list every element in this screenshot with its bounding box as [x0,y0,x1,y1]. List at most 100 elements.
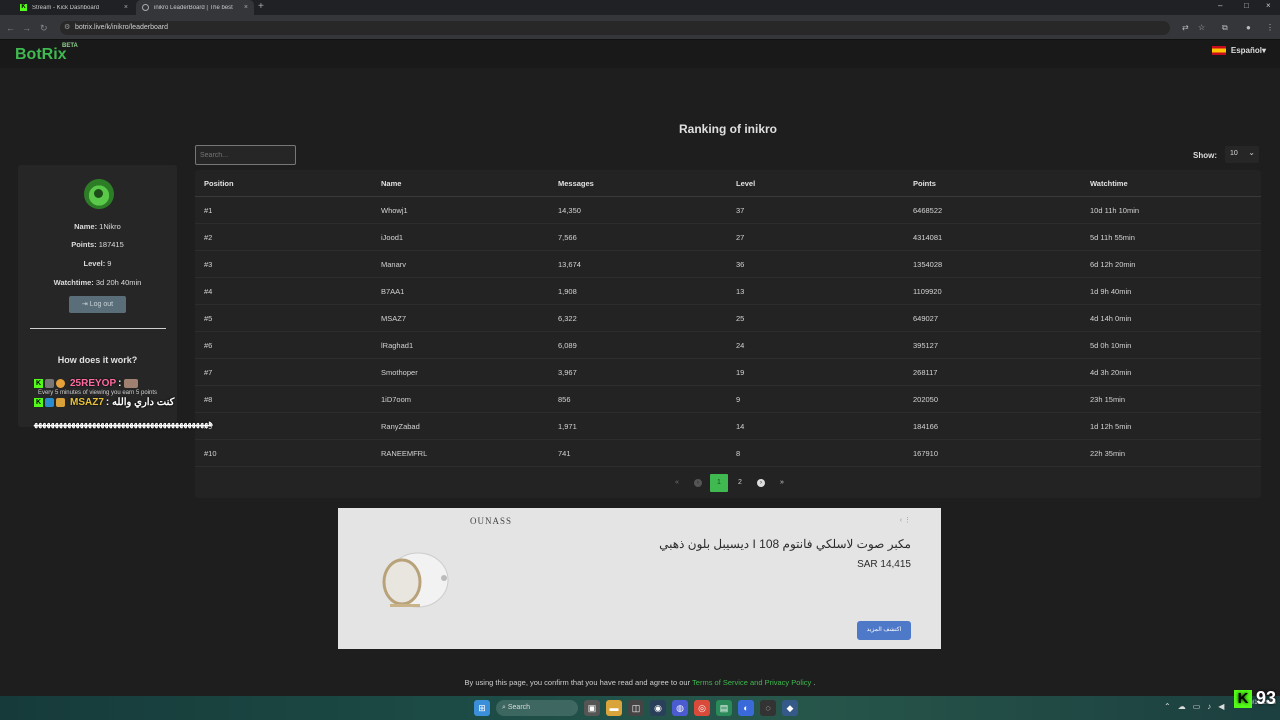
task-view-icon[interactable]: ▣ [584,700,600,716]
cell-level: 8 [736,449,741,458]
chrome-icon[interactable]: ◎ [694,700,710,716]
new-tab-button[interactable]: + [258,1,264,12]
last-page-button[interactable]: » [773,474,791,492]
chevron-down-icon: ▾ [1261,46,1266,55]
bookmark-star-icon[interactable]: ☆ [1198,23,1205,32]
table-row: #4 B7AA1 1,908 13 1109920 1d 9h 40min [195,278,1261,305]
column-header-messages[interactable]: Messages [558,170,594,197]
page-1-button[interactable]: 1 [710,474,728,492]
taskbar: ⊞ ⌕ Search ▣ ▬ ◫ ◉ ◍ ◎ ▤ ◐ ◌ ◆ ⌃ ☁ ▭ ♪ ◀… [0,696,1280,720]
how-it-works-title: How does it work? [57,355,138,365]
column-header-watchtime[interactable]: Watchtime [1090,170,1128,197]
logout-icon: ⇥ [81,301,88,308]
volume-icon[interactable]: ◀ [1218,702,1224,711]
cell-watchtime: 5d 11h 55min [1090,233,1135,242]
leaderboard-table: Position Name Messages Level Points Watc… [195,170,1261,498]
tray-chevron-icon[interactable]: ⌃ [1164,702,1171,711]
cell-position: #4 [204,287,213,296]
cloud-icon[interactable]: ☁ [1178,702,1186,711]
cell-level: 25 [736,314,745,323]
level-value: 9 [107,259,112,268]
botrix-logo[interactable]: BotRix BETA [15,43,78,64]
extensions-icon[interactable]: ⧉ [1222,23,1228,33]
chat-overlay: K 25REYOP : K MSAZ7 : كنت داري والله [34,377,174,415]
cell-points: 1109920 [913,287,942,296]
cell-points: 202050 [913,395,939,404]
prev-page-button[interactable]: ‹ [689,474,707,492]
terms-link[interactable]: Terms of Service and Privacy Policy [692,678,811,687]
cell-name: B7AA1 [381,287,405,296]
column-header-points[interactable]: Points [913,170,936,197]
network-icon[interactable]: ▭ [1193,702,1201,711]
kick-badge-icon: K [34,379,43,388]
translate-icon[interactable]: ⇄ [1182,23,1189,32]
obs-icon[interactable]: ◌ [760,700,776,716]
column-header-name[interactable]: Name [381,170,401,197]
windows-start-icon[interactable]: ⊞ [474,700,490,716]
column-header-level[interactable]: Level [736,170,755,197]
profile-avatar-icon[interactable]: ● [1246,23,1251,32]
site-info-icon[interactable]: ⚙ [64,23,70,31]
cell-messages: 6,089 [558,341,577,350]
tab-kick-dashboard[interactable]: K Stream - Kick Dashboard × [14,0,134,15]
search-input[interactable] [195,145,296,165]
next-page-button[interactable]: › [752,474,770,492]
emote-icon [124,379,139,388]
vscode-icon[interactable]: ◆ [782,700,798,716]
language-selector[interactable]: Español ▾ [1211,46,1266,55]
table-row: #2 iJood1 7,566 27 4314081 5d 11h 55min [195,224,1261,251]
page-2-button[interactable]: 2 [731,474,749,492]
cell-watchtime: 23h 15min [1090,395,1126,404]
cell-messages: 741 [558,449,571,458]
forward-icon[interactable]: → [22,23,31,33]
page-size-select[interactable]: 10 ⌄ [1225,146,1259,163]
logout-button[interactable]: ⇥ Log out [69,296,126,313]
reload-icon[interactable]: ↻ [40,23,48,34]
column-header-position[interactable]: Position [204,170,234,197]
close-window-button[interactable]: × [1266,1,1271,10]
watchtime-value: 3d 20h 40min [95,278,142,287]
tab-leaderboard[interactable]: inikro LeaderBoard | The best × [136,0,254,15]
taskbar-search[interactable]: ⌕ Search [496,700,578,716]
chevron-down-icon: ⌄ [1248,148,1255,157]
tab-title: inikro LeaderBoard | The best [154,4,233,11]
chat-separator: : [118,378,122,389]
chat-message: K 25REYOP : [34,377,174,390]
chat-username: MSAZ7 [70,397,104,408]
cell-level: 13 [736,287,745,296]
mic-icon[interactable]: ♪ [1207,702,1211,711]
chat-spam-text: ﻫﻬﻬﻬﻬﻬﻬﻬﻬﻬﻬﻬﻬﻬﻬﻬﻬﻬﻬﻬﻬﻬﻬﻬﻬﻬﻬﻬﻬﻬﻬﻬﻬﻬﻬﻬﻬﻬﻬﻬ… [34,418,214,428]
cell-messages: 6,322 [558,314,577,323]
discord-icon[interactable]: ◍ [672,700,688,716]
first-page-button[interactable]: « [668,474,686,492]
close-tab-icon[interactable]: × [244,4,248,11]
cell-watchtime: 1d 12h 5min [1090,422,1132,431]
maximize-button[interactable]: □ [1244,1,1249,10]
file-explorer-icon[interactable]: ▬ [606,700,622,716]
minimize-button[interactable]: – [1218,1,1222,10]
steam-icon[interactable]: ◉ [650,700,666,716]
cell-messages: 13,674 [558,260,581,269]
app-icon[interactable]: ▤ [716,700,732,716]
cell-messages: 856 [558,395,571,404]
spain-flag-icon [1211,46,1226,55]
close-tab-icon[interactable]: × [124,4,128,11]
store-icon[interactable]: ◫ [628,700,644,716]
cell-watchtime: 5d 0h 10min [1090,341,1132,350]
table-row: #1 Whowj1 14,350 37 6468522 10d 11h 10min [195,197,1261,224]
advertisement[interactable]: OUNASS ‹ ⋮ مكبر صوت لاسلكي فانتوم I 108 … [338,508,941,649]
back-icon[interactable]: ← [6,23,15,33]
menu-icon[interactable]: ⋮ [1266,23,1274,32]
table-row: #9 RanyZabad 1,971 14 184166 1d 12h 5min [195,413,1261,440]
ad-controls[interactable]: ‹ ⋮ [900,516,911,524]
cell-level: 14 [736,422,745,431]
ad-title: مكبر صوت لاسلكي فانتوم I 108 ديسيبل بلون… [659,537,911,551]
profile-watchtime: Watchtime: 3d 20h 40min [18,278,177,287]
edge-icon[interactable]: ◐ [738,700,754,716]
url-field[interactable]: ⚙ botrix.live/k/inikro/leaderboard [60,21,1170,35]
cell-position: #8 [204,395,213,404]
cell-position: #6 [204,341,213,350]
chat-text: : كنت داري والله [105,397,175,408]
ad-cta-button[interactable]: اكتشف المزيد [857,621,911,640]
viewer-count: 93 [1256,688,1277,708]
